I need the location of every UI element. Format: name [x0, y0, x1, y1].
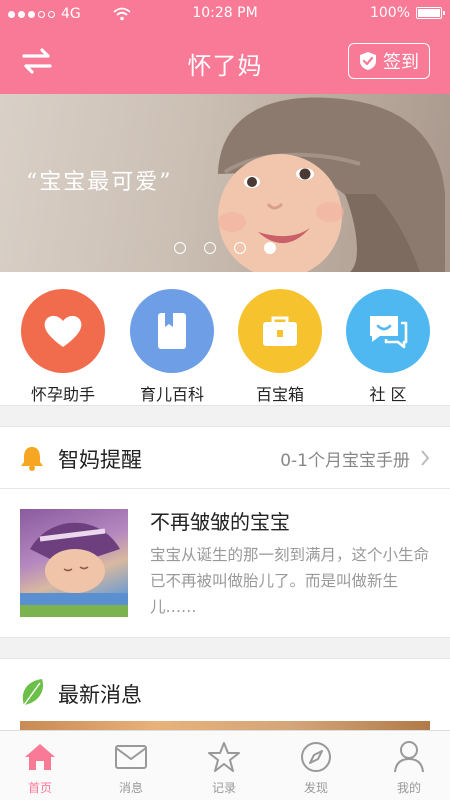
checkin-button[interactable]: 签到	[348, 43, 430, 79]
bell-icon	[21, 447, 43, 471]
tab-bar: 首页 消息 记录 发现 我的	[0, 730, 450, 800]
toolbox-icon	[238, 289, 322, 373]
banner-pager[interactable]	[174, 242, 276, 254]
chevron-right-icon	[421, 450, 430, 466]
tab-label: 发现	[303, 781, 328, 795]
tab-profile[interactable]: 我的	[374, 739, 444, 796]
reminder-header[interactable]: 智妈提醒 0-1个月宝宝手册	[0, 427, 450, 489]
tab-discover[interactable]: 发现	[281, 739, 351, 796]
news-section: 最新消息	[0, 658, 450, 738]
user-icon	[394, 741, 424, 773]
quick-pregnancy-assistant[interactable]: 怀孕助手	[13, 289, 113, 405]
article-thumbnail	[20, 509, 128, 617]
pager-dot[interactable]	[234, 242, 246, 254]
tab-label: 首页	[27, 781, 52, 795]
leaf-icon	[22, 679, 44, 706]
quick-label: 百宝箱	[255, 385, 304, 404]
article-title: 不再皱皱的宝宝	[150, 510, 290, 534]
tab-records[interactable]: 记录	[189, 739, 259, 796]
battery-icon	[416, 7, 445, 19]
quick-parenting-wiki[interactable]: 育儿百科	[122, 289, 222, 405]
nav-bar: 怀了妈 签到	[0, 28, 450, 94]
tab-label: 记录	[211, 781, 236, 795]
banner-slogan: “宝宝最可爱”	[26, 170, 173, 195]
mail-icon	[115, 745, 147, 769]
tab-home[interactable]: 首页	[5, 739, 75, 796]
quick-label: 怀孕助手	[30, 385, 95, 404]
quick-community[interactable]: 社 区	[338, 289, 438, 405]
news-title: 最新消息	[58, 683, 142, 707]
pager-dot-active[interactable]	[264, 242, 276, 254]
reminder-card: 智妈提醒 0-1个月宝宝手册 不再皱皱的宝宝 宝宝从诞生的那一刻到满月，这个小生…	[0, 426, 450, 638]
quick-actions: 怀孕助手 育儿百科 百宝箱 社 区	[0, 272, 450, 406]
tab-label: 消息	[118, 781, 143, 795]
heart-icon	[21, 289, 105, 373]
quick-label: 社 区	[369, 385, 407, 404]
book-icon	[130, 289, 214, 373]
header: 4G 10:28 PM 100% 怀了妈 签到	[0, 0, 450, 94]
reminder-title: 智妈提醒	[58, 448, 142, 472]
shield-check-icon	[360, 52, 376, 70]
star-icon	[208, 742, 240, 772]
reminder-link[interactable]: 0-1个月宝宝手册	[280, 446, 410, 471]
status-bar: 4G 10:28 PM 100%	[0, 0, 450, 28]
reminder-article[interactable]: 不再皱皱的宝宝 宝宝从诞生的那一刻到满月，这个小生命已不再被叫做胎儿了。而是叫做…	[0, 489, 450, 637]
quick-toolbox[interactable]: 百宝箱	[230, 289, 330, 405]
article-description: 宝宝从诞生的那一刻到满月，这个小生命已不再被叫做胎儿了。而是叫做新生儿……	[150, 546, 430, 616]
tab-messages[interactable]: 消息	[96, 739, 166, 796]
quick-label: 育儿百科	[139, 385, 204, 404]
compass-icon	[301, 742, 331, 772]
checkin-label: 签到	[383, 52, 419, 73]
pager-dot[interactable]	[204, 242, 216, 254]
battery-percent: 100%	[369, 5, 410, 21]
home-icon	[25, 744, 55, 770]
chat-icon	[346, 289, 430, 373]
pager-dot[interactable]	[174, 242, 186, 254]
hero-banner[interactable]: “宝宝最可爱”	[0, 94, 450, 272]
tab-label: 我的	[396, 781, 421, 795]
app-screen: 4G 10:28 PM 100% 怀了妈 签到 “宝宝最可爱” 怀孕助手 育儿百…	[0, 0, 450, 800]
